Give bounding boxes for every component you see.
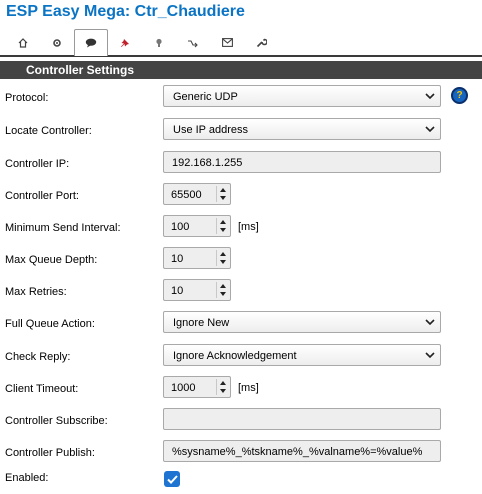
timeout-value: 1000	[171, 382, 196, 394]
protocol-select[interactable]: Generic UDP	[163, 85, 441, 107]
min-send-stepper[interactable]	[216, 218, 228, 234]
pushpin-icon	[121, 38, 129, 47]
home-icon	[18, 37, 28, 48]
enabled-row: Enabled:	[0, 471, 482, 494]
locate-row: Locate Controller: Use IP address	[0, 118, 482, 144]
timeout-label: Client Timeout:	[5, 383, 79, 395]
full-queue-label: Full Queue Action:	[5, 318, 95, 330]
rules-arrow-icon	[188, 39, 198, 47]
queue-depth-input[interactable]: 10	[163, 247, 231, 269]
port-stepper[interactable]	[216, 186, 228, 202]
queue-depth-value: 10	[171, 253, 184, 265]
timeout-input[interactable]: 1000	[163, 376, 231, 398]
gear-icon	[53, 38, 61, 47]
min-send-label: Minimum Send Interval:	[5, 222, 121, 234]
publish-value: %sysname%_%tskname%_%valname%=%value%	[172, 446, 423, 458]
full-queue-select[interactable]: Ignore New	[163, 311, 441, 333]
envelope-icon	[221, 38, 233, 47]
ip-value: 192.168.1.255	[172, 157, 243, 169]
min-send-unit: [ms]	[238, 221, 259, 233]
section-header: Controller Settings	[0, 61, 482, 79]
min-send-input[interactable]: 100	[163, 215, 231, 237]
tab-hardware[interactable]	[108, 29, 142, 56]
retries-row: Max Retries: 10	[0, 279, 482, 305]
tab-notifications[interactable]	[210, 29, 244, 56]
retries-value: 10	[171, 285, 184, 297]
tab-main[interactable]	[6, 29, 40, 56]
tab-config[interactable]	[40, 29, 74, 56]
check-reply-value: Ignore Acknowledgement	[173, 350, 297, 362]
port-row: Controller Port: 65500	[0, 183, 482, 209]
tab-rules[interactable]	[176, 29, 210, 56]
chevron-down-icon	[422, 121, 438, 137]
full-queue-row: Full Queue Action: Ignore New	[0, 311, 482, 337]
app-title: ESP Easy Mega: Ctr_Chaudiere	[6, 3, 245, 20]
checkmark-icon	[166, 474, 178, 484]
subscribe-label: Controller Subscribe:	[5, 415, 108, 427]
check-reply-select[interactable]: Ignore Acknowledgement	[163, 344, 441, 366]
tab-tools[interactable]	[244, 29, 278, 56]
min-send-row: Minimum Send Interval: 100 [ms]	[0, 215, 482, 241]
queue-depth-label: Max Queue Depth:	[5, 254, 98, 266]
publish-label: Controller Publish:	[5, 447, 95, 459]
subscribe-row: Controller Subscribe:	[0, 408, 482, 434]
locate-value: Use IP address	[173, 124, 249, 136]
ip-row: Controller IP: 192.168.1.255	[0, 151, 482, 177]
enabled-label: Enabled:	[5, 472, 49, 484]
queue-depth-stepper[interactable]	[216, 250, 228, 266]
publish-input[interactable]: %sysname%_%tskname%_%valname%=%value%	[163, 440, 441, 462]
tab-devices[interactable]	[142, 29, 176, 56]
port-value: 65500	[171, 189, 202, 201]
chevron-down-icon	[422, 347, 438, 363]
min-send-value: 100	[171, 221, 190, 233]
locate-select[interactable]: Use IP address	[163, 118, 441, 140]
speech-bubble-icon	[85, 38, 97, 48]
enabled-checkbox[interactable]	[164, 471, 180, 487]
protocol-value: Generic UDP	[173, 91, 238, 103]
help-icon[interactable]: ?	[451, 87, 468, 104]
subscribe-input[interactable]	[163, 408, 441, 430]
queue-depth-row: Max Queue Depth: 10	[0, 247, 482, 273]
port-input[interactable]: 65500	[163, 183, 231, 205]
timeout-row: Client Timeout: 1000 [ms]	[0, 376, 482, 402]
check-reply-row: Check Reply: Ignore Acknowledgement	[0, 344, 482, 370]
chevron-down-icon	[422, 314, 438, 330]
tab-controllers[interactable]	[74, 29, 108, 56]
retries-label: Max Retries:	[5, 286, 67, 298]
ip-input[interactable]: 192.168.1.255	[163, 151, 441, 173]
chevron-down-icon	[422, 88, 438, 104]
lightbulb-icon	[156, 38, 162, 47]
retries-input[interactable]: 10	[163, 279, 231, 301]
wrench-icon	[256, 38, 267, 48]
timeout-stepper[interactable]	[216, 379, 228, 395]
port-label: Controller Port:	[5, 190, 79, 202]
check-reply-label: Check Reply:	[5, 351, 71, 363]
full-queue-value: Ignore New	[173, 317, 230, 329]
retries-stepper[interactable]	[216, 282, 228, 298]
protocol-row: Protocol: Generic UDP ?	[0, 85, 482, 111]
locate-label: Locate Controller:	[5, 125, 92, 137]
protocol-label: Protocol:	[5, 92, 49, 104]
tab-bar	[0, 29, 482, 57]
ip-label: Controller IP:	[5, 158, 70, 170]
publish-row: Controller Publish: %sysname%_%tskname%_…	[0, 440, 482, 466]
timeout-unit: [ms]	[238, 382, 259, 394]
